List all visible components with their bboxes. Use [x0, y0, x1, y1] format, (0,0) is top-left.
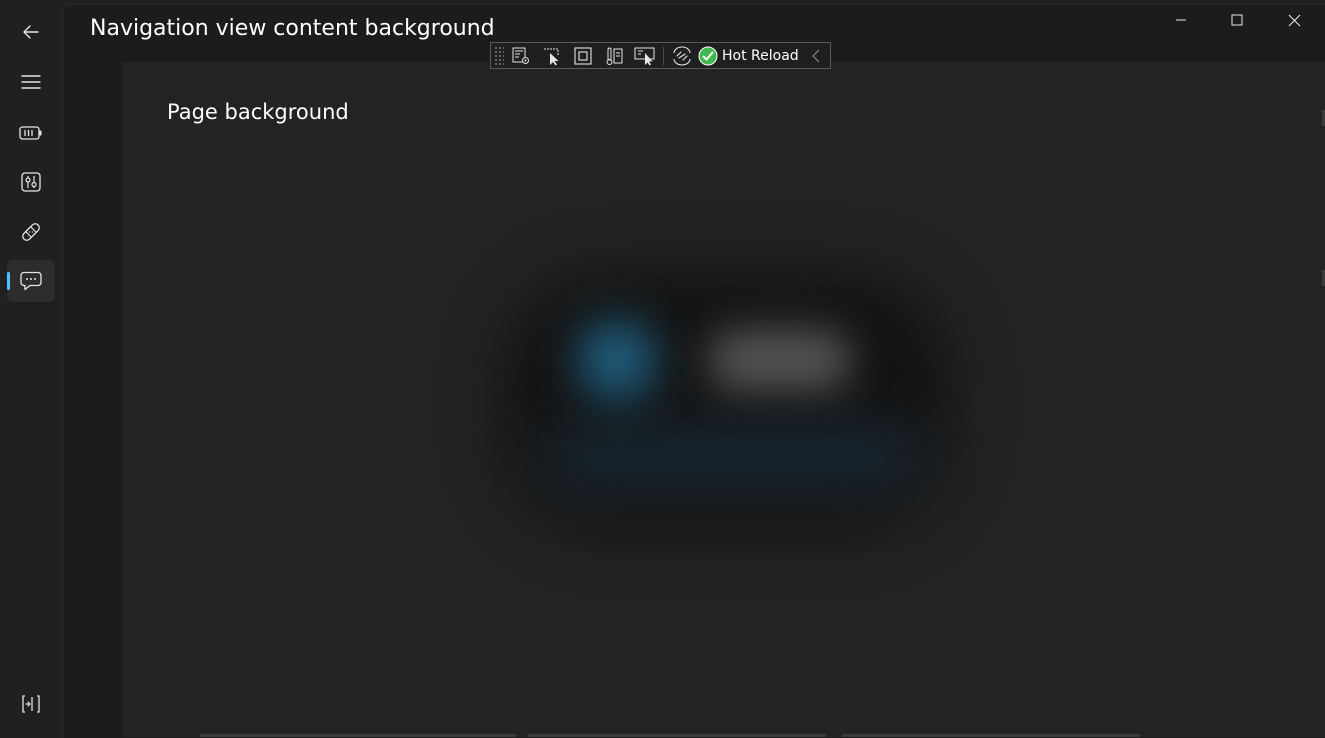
nav-item-sliders[interactable]: [7, 161, 55, 203]
maximize-icon: [1231, 14, 1243, 26]
minimize-button[interactable]: [1158, 0, 1204, 40]
preview-selection-icon: [634, 46, 656, 66]
track-focus-button[interactable]: [600, 44, 628, 68]
maximize-button[interactable]: [1214, 0, 1260, 40]
toolbar-grip[interactable]: [494, 45, 504, 66]
minimize-icon: [1175, 14, 1187, 26]
blurred-blue-dot: [577, 320, 657, 400]
binding-failures-button[interactable]: [668, 44, 696, 68]
pane-toggle-icon: [21, 694, 41, 714]
pane-toggle-button[interactable]: [7, 683, 55, 725]
track-focus-icon: [604, 46, 624, 66]
close-icon: [1288, 14, 1301, 27]
battery-icon: [19, 125, 43, 141]
live-visual-tree-button[interactable]: [507, 44, 535, 68]
page-content: Page background: [122, 62, 1325, 737]
preview-selection-button[interactable]: [631, 44, 659, 68]
page-title: Page background: [167, 100, 349, 124]
xaml-debug-toolbar: Hot Reload: [490, 42, 831, 69]
binding-failures-icon: [671, 46, 693, 66]
selection-indicator: [7, 272, 10, 290]
menu-toggle-button[interactable]: [7, 61, 55, 103]
chevron-left-icon: [811, 49, 820, 63]
select-element-button[interactable]: [538, 44, 566, 68]
nav-item-battery[interactable]: [7, 112, 55, 154]
toolbar-separator: [663, 46, 664, 65]
live-visual-tree-icon: [511, 46, 531, 66]
hot-reload-button[interactable]: Hot Reload: [698, 44, 799, 68]
navigation-view-header: Navigation view content background: [90, 16, 495, 41]
chat-icon: [20, 271, 42, 291]
display-layout-adorners-button[interactable]: [569, 44, 597, 68]
collapse-toolbar-button[interactable]: [809, 46, 823, 66]
nav-item-chat[interactable]: [7, 260, 55, 302]
check-circle-icon: [698, 46, 718, 66]
sliders-icon: [21, 172, 41, 192]
blurred-glow: [542, 422, 922, 492]
display-layout-adorners-icon: [573, 46, 593, 66]
back-button[interactable]: [7, 11, 55, 53]
navigation-pane: [0, 0, 62, 737]
select-element-icon: [542, 46, 562, 66]
back-arrow-icon: [22, 23, 40, 41]
nav-item-bandage[interactable]: [7, 211, 55, 253]
blurred-grey-bar: [707, 330, 852, 390]
bandage-icon: [20, 221, 42, 243]
hot-reload-label: Hot Reload: [722, 47, 799, 64]
blurred-shadow: [502, 272, 952, 532]
hamburger-menu-icon: [21, 74, 41, 90]
close-button[interactable]: [1271, 0, 1317, 40]
app-window: Navigation view content background Page …: [0, 0, 1325, 738]
